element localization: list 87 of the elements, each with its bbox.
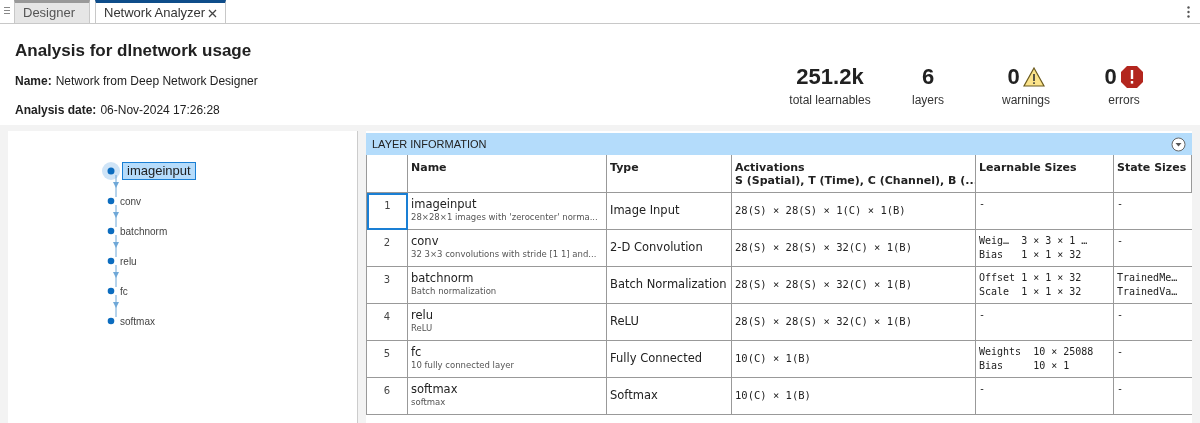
row-number[interactable]: 3 <box>367 267 408 304</box>
learnable-size: Scale 1 × 1 × 32 <box>979 285 1083 299</box>
activation-size: 10(C) × 1(B) <box>735 389 811 401</box>
connector-arrow <box>113 235 119 257</box>
activation-size: 28(S) × 28(S) × 32(C) × 1(B) <box>735 278 912 290</box>
layer-node[interactable]: imageinput <box>106 161 357 181</box>
section-title: LAYER INFORMATION <box>372 136 487 152</box>
stat-value: 251.2k <box>796 66 864 88</box>
activation-size: 10(C) × 1(B) <box>735 352 811 364</box>
learnable-size: - <box>979 382 987 396</box>
layer-name: fc <box>411 345 423 359</box>
node-dot-icon <box>106 197 116 205</box>
connector-arrow <box>113 205 119 227</box>
field-label: Name: <box>15 72 52 90</box>
field-value: Network from Deep Network Designer <box>55 72 258 90</box>
activation-size: 28(S) × 28(S) × 32(C) × 1(B) <box>735 315 912 327</box>
stat-label: warnings <box>1002 92 1050 109</box>
learnable-size: - <box>979 308 987 322</box>
node-dot-icon <box>106 257 116 265</box>
activation-size: 28(S) × 28(S) × 1(C) × 1(B) <box>735 204 906 216</box>
row-number[interactable]: 4 <box>367 304 408 341</box>
layer-type: Image Input <box>610 203 680 217</box>
layer-type: 2-D Convolution <box>610 240 703 254</box>
layer-name: conv <box>411 234 440 248</box>
node-label[interactable]: imageinput <box>122 162 196 180</box>
state-size: TrainedMe… <box>1117 271 1179 285</box>
state-size: - <box>1117 197 1125 211</box>
activation-size: 28(S) × 28(S) × 32(C) × 1(B) <box>735 241 912 253</box>
layer-name: relu <box>411 308 435 322</box>
tab[interactable]: Designer <box>14 0 90 23</box>
row-number[interactable]: 1 <box>367 193 408 230</box>
node-dot-icon <box>106 227 116 235</box>
column-subtitle: S (Spatial), T (Time), C (Channel), B (... <box>735 174 972 187</box>
state-size: - <box>1117 308 1125 322</box>
layer-description: ReLU <box>411 322 434 334</box>
column-header: State Sizes <box>1117 161 1188 174</box>
column-header: Activations <box>735 161 806 174</box>
stat-label: errors <box>1108 92 1140 109</box>
stat-value: 6 <box>921 66 935 88</box>
learnable-size: Bias 10 × 1 <box>979 359 1071 373</box>
tab[interactable]: Network Analyzer <box>95 0 227 23</box>
field-value: 06-Nov-2024 17:26:28 <box>100 101 220 119</box>
layer-type: ReLU <box>610 314 639 328</box>
learnable-size: Offset 1 × 1 × 32 <box>979 271 1083 285</box>
stat-label: total learnables <box>789 92 871 109</box>
column-header: Name <box>411 161 448 174</box>
layer-type: Fully Connected <box>610 351 703 365</box>
stat-label: layers <box>912 92 944 109</box>
connector-arrow <box>113 295 119 317</box>
node-dot-icon <box>101 161 121 181</box>
column-header: Learnable Sizes <box>979 161 1078 174</box>
layer-description: 10 fully connected layer <box>411 359 515 371</box>
node-dot-icon <box>106 287 116 295</box>
row-number[interactable]: 2 <box>367 230 408 267</box>
learnable-size: - <box>979 197 987 211</box>
state-size: - <box>1117 382 1125 396</box>
layer-description: 28×28×1 images with 'zerocenter' norma... <box>411 211 599 223</box>
connector-arrow <box>113 265 119 287</box>
node-dot-icon <box>106 317 116 325</box>
layer-description: softmax <box>411 396 447 408</box>
state-size: TrainedVa… <box>1117 285 1179 299</box>
layer-type: Batch Normalization <box>610 277 727 291</box>
layer-description: 32 3×3 convolutions with stride [1 1] and... <box>411 248 598 260</box>
learnable-size: Weig… 3 × 3 × 1 … <box>979 234 1089 248</box>
stat-value: 0 <box>1007 66 1020 88</box>
close-icon[interactable] <box>208 8 218 18</box>
learnable-size: Weights 10 × 25088 <box>979 345 1095 359</box>
layer-type: Softmax <box>610 388 658 402</box>
column-header: Type <box>610 161 640 174</box>
state-size: - <box>1117 234 1125 248</box>
warning-icon <box>1022 67 1045 87</box>
analysis-title: Analysis for dlnetwork usage <box>15 40 253 62</box>
connector-arrow <box>113 175 119 197</box>
row-number[interactable]: 6 <box>367 378 408 415</box>
layer-name: batchnorm <box>411 271 475 285</box>
error-icon <box>1119 65 1144 89</box>
menu-icon[interactable] <box>4 7 10 15</box>
more-options-icon[interactable] <box>1187 6 1190 18</box>
layer-description: Batch normalization <box>411 285 498 297</box>
stat-value: 0 <box>1104 66 1117 88</box>
layer-name: imageinput <box>411 197 478 211</box>
layer-name: softmax <box>411 382 459 396</box>
learnable-size: Bias 1 × 1 × 32 <box>979 248 1083 262</box>
field-label: Analysis date: <box>15 101 97 119</box>
state-size: - <box>1117 345 1125 359</box>
row-number[interactable]: 5 <box>367 341 408 378</box>
collapse-icon[interactable] <box>1171 136 1186 152</box>
